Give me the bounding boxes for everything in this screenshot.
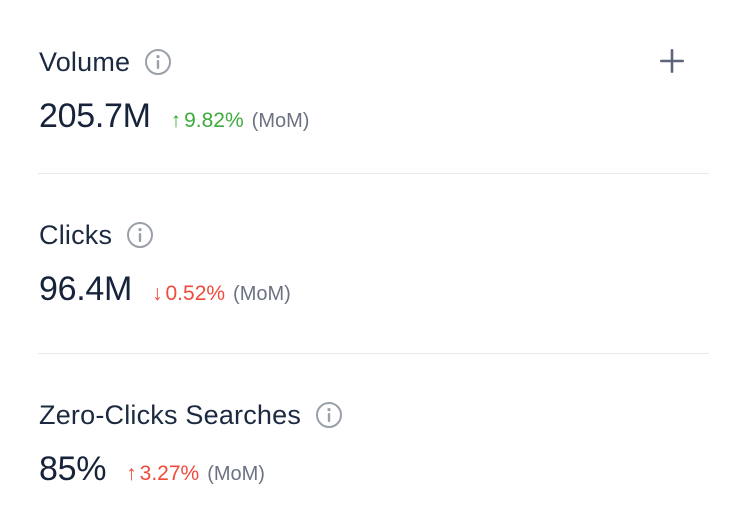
metric-values: 85% ↑ 3.27% (MoM): [39, 447, 709, 491]
metric-volume: Volume 205.7M ↑ 9.82% (MoM): [39, 44, 709, 138]
arrow-up-icon: ↑: [126, 462, 137, 485]
period-label: (MoM): [233, 283, 291, 305]
metrics-panel: Volume 205.7M ↑ 9.82% (MoM) Clicks 96.4M…: [0, 0, 748, 532]
metric-values: 96.4M ↓ 0.52% (MoM): [39, 267, 709, 311]
trend-change: 3.27%: [139, 462, 200, 485]
info-icon[interactable]: [144, 48, 172, 76]
metric-value: 96.4M: [39, 270, 132, 308]
info-icon[interactable]: [126, 221, 154, 249]
period-label: (MoM): [207, 463, 265, 485]
trend-change: 0.52%: [165, 282, 226, 305]
trend-indicator: ↓ 0.52%: [152, 282, 225, 306]
arrow-up-icon: ↑: [170, 109, 182, 132]
info-icon[interactable]: [315, 401, 343, 429]
plus-icon: [660, 49, 684, 73]
divider: [38, 173, 709, 174]
period-label: (MoM): [251, 110, 310, 132]
add-button[interactable]: [655, 44, 689, 78]
metric-label: Clicks: [39, 220, 113, 250]
metric-label: Volume: [39, 47, 131, 77]
metric-header: Zero-Clicks Searches: [39, 397, 709, 433]
metric-values: 205.7M ↑ 9.82% (MoM): [39, 94, 709, 138]
metric-zero-clicks: Zero-Clicks Searches 85% ↑ 3.27% (MoM): [39, 397, 709, 491]
trend-change: 9.82%: [184, 109, 244, 132]
divider: [38, 353, 709, 354]
trend-indicator: ↑ 3.27%: [126, 462, 199, 486]
metric-label: Zero-Clicks Searches: [39, 400, 302, 430]
arrow-down-icon: ↓: [152, 282, 163, 305]
metric-value: 85%: [39, 450, 107, 488]
trend-indicator: ↑ 9.82%: [171, 109, 244, 133]
metric-clicks: Clicks 96.4M ↓ 0.52% (MoM): [39, 217, 709, 311]
metric-header: Volume: [39, 44, 709, 80]
metric-value: 205.7M: [39, 97, 151, 135]
metric-header: Clicks: [39, 217, 709, 253]
